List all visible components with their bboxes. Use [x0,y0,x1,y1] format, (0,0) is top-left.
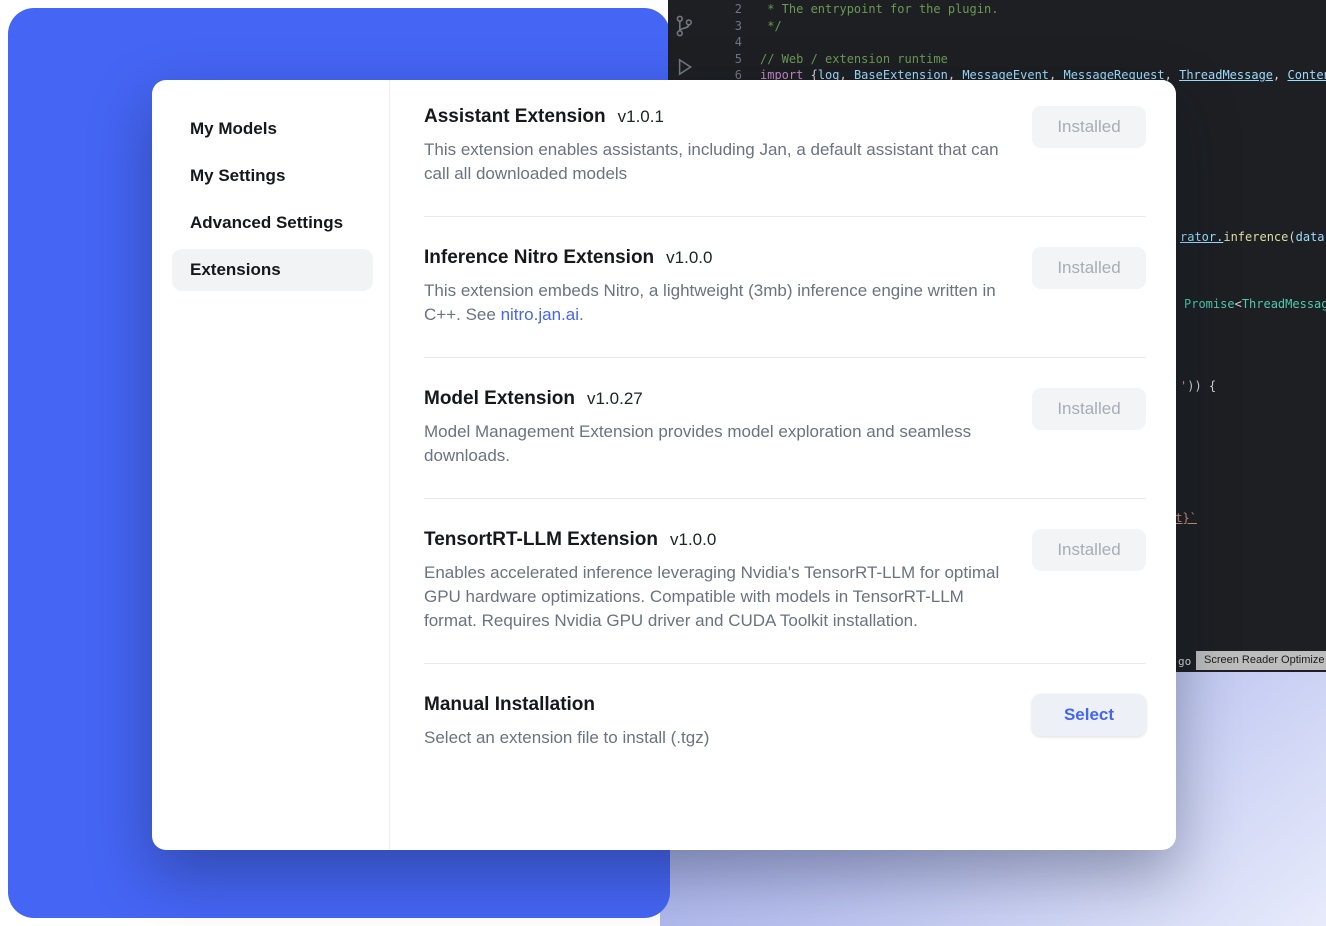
installed-button[interactable]: Installed [1032,529,1146,571]
nitro-jan-ai-link[interactable]: nitro.jan.ai [501,305,579,324]
extension-section-inference-nitro: Inference Nitro Extension v1.0.0 This ex… [424,217,1146,358]
extension-info: TensortRT-LLM Extension v1.0.0 Enables a… [424,529,1002,633]
extensions-modal: My Models My Settings Advanced Settings … [152,80,1176,850]
installed-button[interactable]: Installed [1032,106,1146,148]
extension-title: Model Extension [424,388,575,410]
extension-version: v1.0.0 [670,530,716,550]
extension-title: TensortRT-LLM Extension [424,529,658,551]
extension-section-assistant: Assistant Extension v1.0.1 This extensio… [424,106,1146,217]
extension-title: Inference Nitro Extension [424,247,654,269]
extension-version: v1.0.1 [618,107,664,127]
installed-button[interactable]: Installed [1032,247,1146,289]
extension-info: Assistant Extension v1.0.1 This extensio… [424,106,1002,186]
installed-button[interactable]: Installed [1032,388,1146,430]
extensions-list: Assistant Extension v1.0.1 This extensio… [390,80,1176,850]
sidebar-item-my-settings[interactable]: My Settings [172,155,373,197]
description-text: . [579,305,584,324]
extension-version: v1.0.0 [666,248,712,268]
code-fragment: ')) { [1180,379,1216,393]
extension-title: Manual Installation [424,694,595,716]
extension-section-manual-installation: Manual Installation Select an extension … [424,664,1146,780]
extension-description: Enables accelerated inference leveraging… [424,561,1002,633]
sidebar-item-advanced-settings[interactable]: Advanced Settings [172,202,373,244]
extension-info: Inference Nitro Extension v1.0.0 This ex… [424,247,1002,327]
code-fragment: rator.inference(data)); [1180,230,1326,244]
settings-sidebar: My Models My Settings Advanced Settings … [152,80,390,850]
code-fragment: Promise<ThreadMessage> [1184,297,1326,311]
extension-section-model: Model Extension v1.0.27 Model Management… [424,358,1146,499]
screen-reader-status-chip: Screen Reader Optimize [1196,651,1326,670]
statusbar-text: go [1178,655,1191,668]
sidebar-item-my-models[interactable]: My Models [172,108,373,150]
code-lines: 2 * The entrypoint for the plugin.3 */45… [668,2,1326,85]
extension-description: Select an extension file to install (.tg… [424,726,709,750]
extension-info: Manual Installation Select an extension … [424,694,709,750]
extension-description: This extension embeds Nitro, a lightweig… [424,279,1002,327]
sidebar-item-extensions[interactable]: Extensions [172,249,373,291]
extension-description: This extension enables assistants, inclu… [424,138,1002,186]
extension-section-tensorrt-llm: TensortRT-LLM Extension v1.0.0 Enables a… [424,499,1146,664]
extension-version: v1.0.27 [587,389,643,409]
extension-info: Model Extension v1.0.27 Model Management… [424,388,1002,468]
select-button[interactable]: Select [1032,694,1146,736]
extension-title: Assistant Extension [424,106,606,128]
extension-description: Model Management Extension provides mode… [424,420,1002,468]
